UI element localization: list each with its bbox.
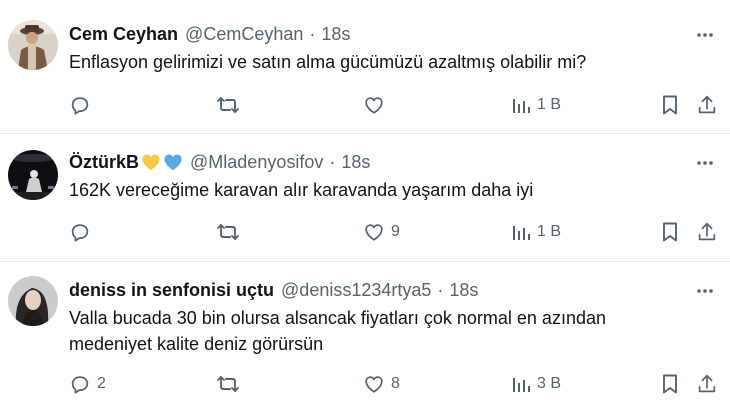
retweet-button[interactable] xyxy=(216,91,246,119)
bookmark-button[interactable] xyxy=(660,218,680,246)
like-button[interactable] xyxy=(363,91,391,119)
avatar[interactable] xyxy=(8,150,58,200)
views-button[interactable]: 3 B xyxy=(511,370,561,398)
like-button[interactable]: 8 xyxy=(363,370,400,398)
action-bar: 2 8 3 B xyxy=(0,370,730,398)
more-icon[interactable] xyxy=(694,24,716,46)
author-name[interactable]: ÖztürkB xyxy=(69,152,139,173)
like-button[interactable]: 9 xyxy=(363,218,400,246)
tweet-header: ÖztürkB @Mladenyosifov · 18s xyxy=(69,150,370,174)
like-icon xyxy=(363,221,385,243)
author-name[interactable]: Cem Ceyhan xyxy=(69,24,178,45)
like-icon xyxy=(363,94,385,116)
separator-dot: · xyxy=(329,151,336,172)
tweet-text-line: Valla bucada 30 bin olursa alsancak fiya… xyxy=(69,308,606,328)
tweet[interactable]: Cem Ceyhan @CemCeyhan · 18s Enflasyon ge… xyxy=(0,0,730,134)
reply-button[interactable] xyxy=(69,91,97,119)
share-button[interactable] xyxy=(696,91,718,119)
reply-icon xyxy=(69,373,91,395)
more-icon[interactable] xyxy=(694,280,716,302)
like-icon xyxy=(363,373,385,395)
retweet-icon xyxy=(216,221,240,243)
views-icon xyxy=(511,374,531,394)
timestamp[interactable]: 18s xyxy=(449,280,478,301)
views-count: 1 B xyxy=(537,96,562,113)
author-handle[interactable]: @Mladenyosifov xyxy=(190,152,323,173)
yellow-heart-icon xyxy=(141,153,161,171)
tweet[interactable]: deniss in senfonisi uçtu @deniss1234rtya… xyxy=(0,262,730,420)
bookmark-button[interactable] xyxy=(660,91,680,119)
more-icon[interactable] xyxy=(694,152,716,174)
tweet-text-line: 162K vereceğime karavan alır karavanda y… xyxy=(69,180,534,200)
author-name[interactable]: deniss in senfonisi uçtu xyxy=(69,280,274,301)
bookmark-icon xyxy=(660,94,680,116)
tweet-text: Enflasyon gelirimizi ve satın alma gücüm… xyxy=(69,49,689,75)
blue-heart-icon xyxy=(163,153,183,171)
share-button[interactable] xyxy=(696,370,718,398)
reply-icon xyxy=(69,221,91,243)
timestamp[interactable]: 18s xyxy=(341,152,370,173)
author-handle[interactable]: @deniss1234rtya5 xyxy=(281,280,431,301)
separator-dot: · xyxy=(437,279,444,300)
share-icon xyxy=(696,221,718,243)
avatar[interactable] xyxy=(8,20,58,70)
retweet-button[interactable] xyxy=(216,370,246,398)
retweet-icon xyxy=(216,94,240,116)
reply-button[interactable] xyxy=(69,218,97,246)
tweet-header: Cem Ceyhan @CemCeyhan · 18s xyxy=(69,22,350,46)
views-button[interactable]: 1 B xyxy=(511,91,561,119)
retweet-icon xyxy=(216,373,240,395)
reply-icon xyxy=(69,94,91,116)
reply-button[interactable]: 2 xyxy=(69,370,106,398)
share-icon xyxy=(696,373,718,395)
separator-dot: · xyxy=(309,23,316,44)
views-count: 3 B xyxy=(537,375,562,392)
tweet[interactable]: ÖztürkB @Mladenyosifov · 18s 162K verece… xyxy=(0,134,730,262)
like-count: 9 xyxy=(391,223,400,240)
views-button[interactable]: 1 B xyxy=(511,218,561,246)
share-button[interactable] xyxy=(696,218,718,246)
timestamp[interactable]: 18s xyxy=(321,24,350,45)
action-bar: 1 B xyxy=(0,91,730,119)
author-handle[interactable]: @CemCeyhan xyxy=(185,24,303,45)
tweet-text-line: Enflasyon gelirimizi ve satın alma gücüm… xyxy=(69,52,587,72)
views-icon xyxy=(511,95,531,115)
bookmark-button[interactable] xyxy=(660,370,680,398)
views-count: 1 B xyxy=(537,223,562,240)
like-count: 8 xyxy=(391,375,400,392)
tweet-text-line: medeniyet kalite deniz görürsün xyxy=(69,334,324,354)
reply-count: 2 xyxy=(97,375,106,392)
avatar[interactable] xyxy=(8,276,58,326)
tweet-text: Valla bucada 30 bin olursa alsancak fiya… xyxy=(69,305,689,357)
retweet-button[interactable] xyxy=(216,218,246,246)
bookmark-icon xyxy=(660,373,680,395)
tweet-text: 162K vereceğime karavan alır karavanda y… xyxy=(69,177,689,203)
action-bar: 9 1 B xyxy=(0,218,730,246)
views-icon xyxy=(511,222,531,242)
tweet-header: deniss in senfonisi uçtu @deniss1234rtya… xyxy=(69,278,478,302)
share-icon xyxy=(696,94,718,116)
bookmark-icon xyxy=(660,221,680,243)
